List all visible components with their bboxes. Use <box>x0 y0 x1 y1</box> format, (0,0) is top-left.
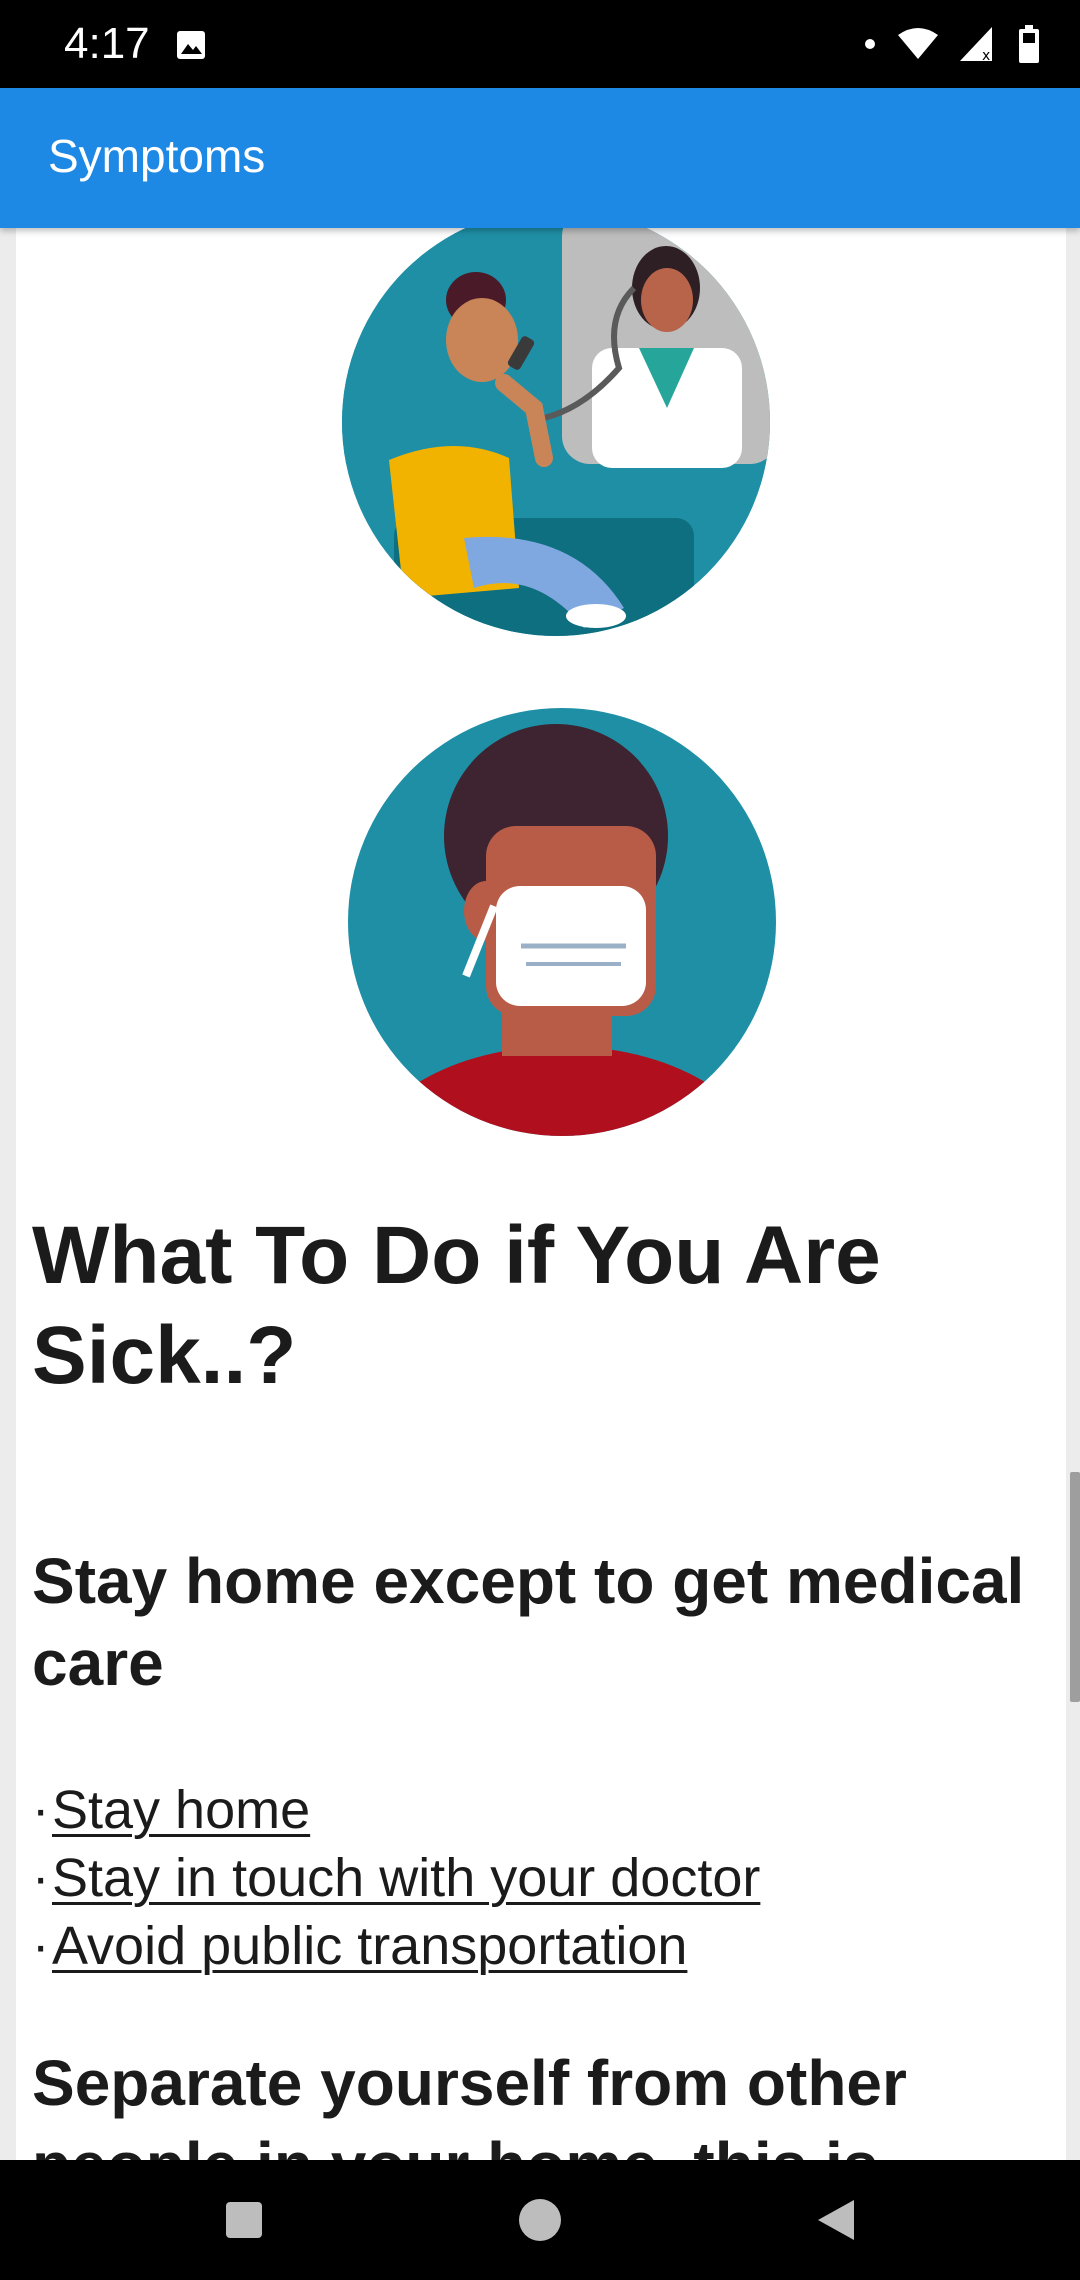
list-item: · Avoid public transportation <box>32 1912 760 1980</box>
recents-button[interactable] <box>214 2190 274 2250</box>
link-stay-home[interactable]: Stay home <box>52 1776 310 1844</box>
image-icon <box>177 31 205 59</box>
list-item: · Stay home <box>32 1776 760 1844</box>
scrollbar[interactable] <box>1070 1472 1080 1702</box>
home-button[interactable] <box>510 2190 570 2250</box>
wifi-icon <box>898 28 938 59</box>
person-wearing-mask-illustration <box>348 708 776 1136</box>
status-icons: x <box>864 22 1040 66</box>
app-bar: Symptoms <box>0 88 1080 228</box>
dot-icon <box>865 39 875 49</box>
battery-icon <box>1019 25 1039 63</box>
signal-icon: x <box>960 27 992 61</box>
section-heading-separate-yourself: Separate yourself from other people in y… <box>32 2047 907 2160</box>
page-title: Symptoms <box>48 130 266 182</box>
content-card: What To Do if You Are Sick..? Stay home … <box>16 228 1066 2160</box>
advice-link-list: · Stay home · Stay in touch with your do… <box>32 1776 760 1980</box>
system-nav-bar <box>0 2160 1080 2280</box>
bullet: · <box>32 1849 50 1907</box>
back-button[interactable] <box>806 2190 866 2250</box>
section-heading-stay-home: Stay home except to get medical care <box>32 1545 1025 1699</box>
content-scroll-area[interactable]: What To Do if You Are Sick..? Stay home … <box>0 228 1080 2160</box>
bullet: · <box>32 1917 50 1975</box>
link-avoid-public-transport[interactable]: Avoid public transportation <box>52 1912 687 1980</box>
svg-text:x: x <box>982 48 990 61</box>
link-stay-in-touch[interactable]: Stay in touch with your doctor <box>52 1844 760 1912</box>
phone-call-doctor-illustration <box>342 228 770 636</box>
bullet: · <box>32 1781 50 1839</box>
page-heading: What To Do if You Are Sick..? <box>32 1210 881 1401</box>
status-time: 4:17 <box>64 19 150 68</box>
status-bar: 4:17 x <box>0 0 1080 88</box>
list-item: · Stay in touch with your doctor <box>32 1844 760 1912</box>
